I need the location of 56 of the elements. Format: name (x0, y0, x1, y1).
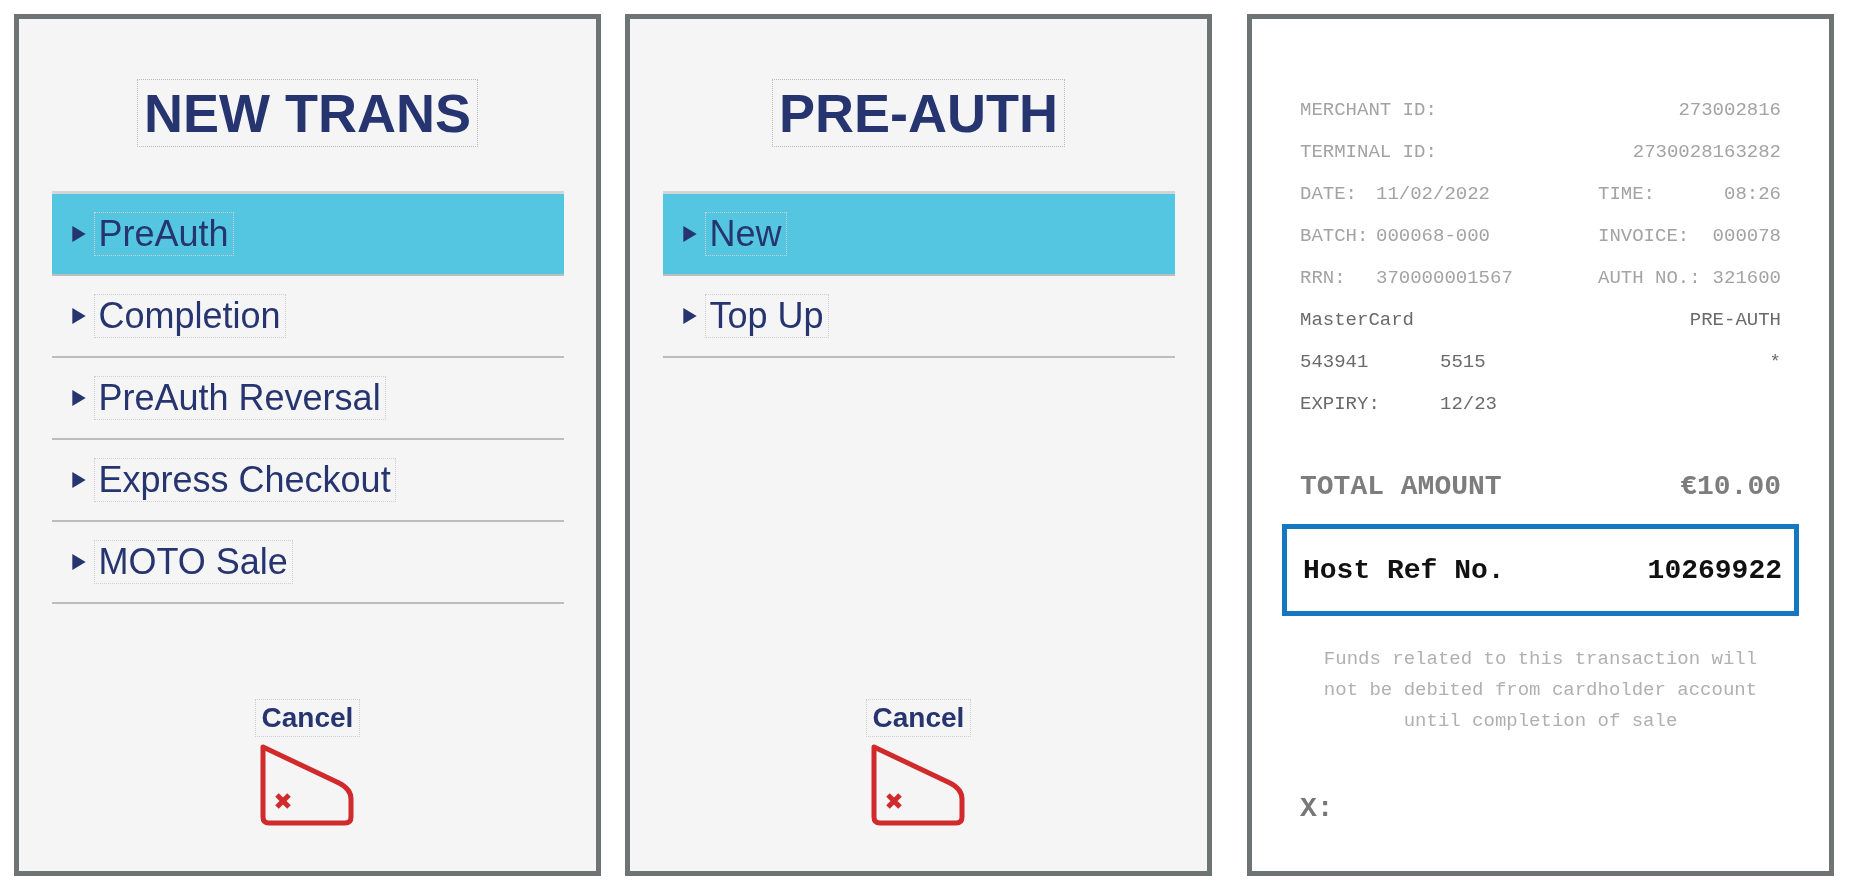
menu-item[interactable]: Express Checkout (51, 440, 564, 522)
receipt-value: 321600 (1712, 267, 1781, 289)
menu-item[interactable]: PreAuth (51, 194, 564, 276)
triangle-icon (682, 226, 697, 242)
total-value: €10.00 (1680, 471, 1781, 502)
receipt-label: DATE: (1300, 183, 1358, 205)
receipt-value: * (1769, 351, 1781, 373)
triangle-icon (71, 308, 86, 324)
menu-item[interactable]: MOTO Sale (51, 522, 564, 604)
menu-item-label: PreAuth (93, 212, 234, 256)
receipt-note: Funds related to this transaction will not be debited from cardholder account until completion of sale (1322, 647, 1759, 734)
receipt-value: PRE-AUTH (1689, 309, 1781, 331)
host-ref-value: 10269922 (1647, 554, 1782, 586)
host-ref-label: Host Ref No. (1303, 554, 1505, 586)
receipt-value: 000078 (1712, 225, 1781, 247)
menu-item-label: PreAuth Reversal (93, 376, 386, 420)
triangle-icon (682, 308, 697, 324)
receipt-value: 273002816 (1678, 99, 1781, 121)
cancel-key-icon[interactable] (870, 743, 967, 827)
receipt-value: 11/02/2022 (1376, 183, 1492, 205)
menu-item-label: Top Up (704, 294, 829, 338)
receipt-label: MasterCard (1300, 309, 1416, 331)
receipt-value: 5515 (1440, 351, 1487, 373)
receipt-label: TERMINAL ID: (1300, 141, 1438, 163)
total-label: TOTAL AMOUNT (1300, 471, 1502, 502)
receipt-value: 370000001567 (1376, 267, 1514, 289)
menu-item[interactable]: PreAuth Reversal (51, 358, 564, 440)
menu-item[interactable]: Top Up (662, 276, 1175, 358)
receipt-label: RRN: (1300, 267, 1347, 289)
receipt-label: BATCH: (1300, 225, 1370, 247)
receipt-value: 2730028163282 (1632, 141, 1781, 163)
menu-item[interactable]: Completion (51, 276, 564, 358)
menu-item-label: New (704, 212, 787, 256)
menu-item-label: Completion (93, 294, 286, 338)
screen-title: NEW TRANS (137, 79, 478, 147)
receipt-label: 543941 (1300, 351, 1370, 373)
receipt-label: INVOICE: (1598, 225, 1691, 247)
menu-item[interactable]: New (662, 194, 1175, 276)
screen-title: PRE-AUTH (772, 79, 1065, 147)
signature-line: X: (1300, 793, 1335, 824)
cancel-key-icon[interactable] (259, 743, 356, 827)
receipt-value: 08:26 (1724, 183, 1781, 205)
menu-item-label: Express Checkout (93, 458, 396, 502)
receipt-label: MERCHANT ID: (1300, 99, 1438, 121)
triangle-icon (71, 472, 86, 488)
triangle-icon (71, 554, 86, 570)
receipt-value: 12/23 (1440, 393, 1498, 415)
receipt-label: TIME: (1598, 183, 1656, 205)
receipt-value: 000068-000 (1376, 225, 1492, 247)
receipt-label: EXPIRY: (1300, 393, 1381, 415)
menu-item-label: MOTO Sale (93, 540, 293, 584)
triangle-icon (71, 226, 86, 242)
receipt-label: AUTH NO.: (1598, 267, 1702, 289)
cancel-button[interactable]: Cancel (254, 699, 361, 737)
cancel-button[interactable]: Cancel (865, 699, 972, 737)
triangle-icon (71, 390, 86, 406)
